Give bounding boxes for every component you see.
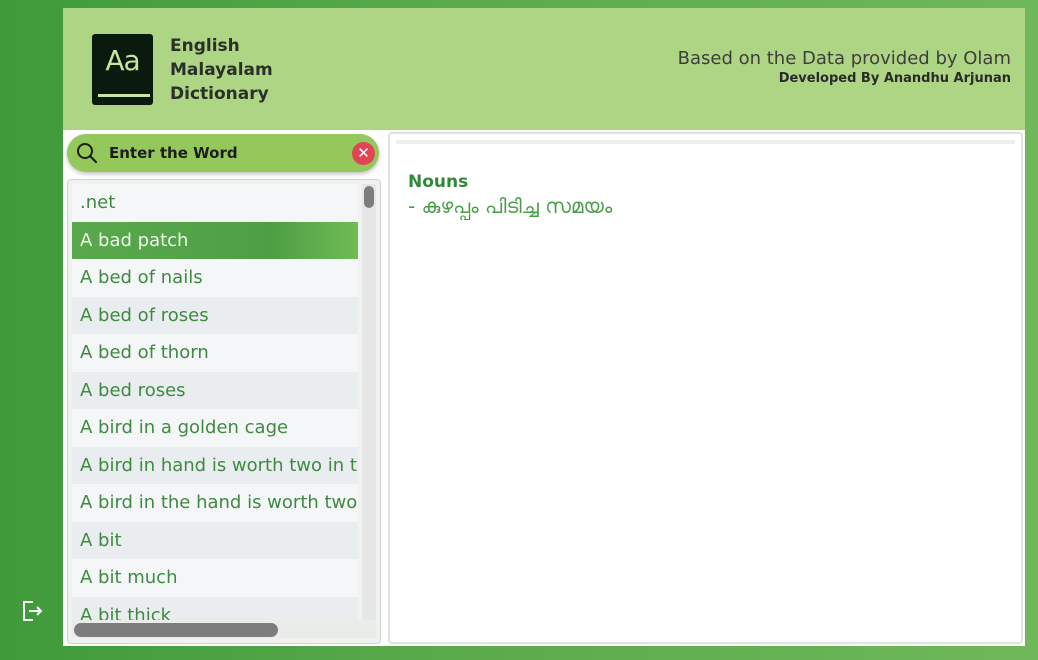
list-item[interactable]: A bed of roses xyxy=(72,296,358,334)
part-of-speech: Nouns xyxy=(408,172,469,192)
app-title-line-3: Dictionary xyxy=(170,84,269,104)
list-item[interactable]: A bird in a golden cage xyxy=(72,409,358,447)
search-bar: ✕ xyxy=(67,134,379,172)
list-item[interactable]: A bit xyxy=(72,521,358,559)
list-item[interactable]: A bed of thorn xyxy=(72,334,358,372)
list-item[interactable]: A bit much xyxy=(72,559,358,597)
list-item[interactable]: A bed of nails xyxy=(72,259,358,297)
app-title-line-2: Malayalam xyxy=(170,60,273,80)
app-title: English Malayalam Dictionary xyxy=(170,34,273,106)
logout-icon[interactable] xyxy=(21,599,43,623)
app-window: Aa English Malayalam Dictionary Based on… xyxy=(63,8,1025,646)
app-header: Aa English Malayalam Dictionary Based on… xyxy=(63,8,1025,130)
clear-search-button[interactable]: ✕ xyxy=(352,142,375,165)
vertical-scrollbar[interactable] xyxy=(362,184,376,620)
list-item[interactable]: A bird in hand is worth two in the bush xyxy=(72,446,358,484)
app-title-line-1: English xyxy=(170,36,240,56)
logo-text: Aa xyxy=(105,44,140,77)
app-logo: Aa xyxy=(92,34,153,105)
search-input[interactable] xyxy=(109,138,339,168)
definition-panel: Nouns - കുഴപ്പം പിടിച്ച സമയം xyxy=(388,132,1023,644)
word-list-panel: ✕ .net A bad patch A bed of nails A bed … xyxy=(63,130,383,646)
credits: Based on the Data provided by Olam Devel… xyxy=(678,48,1011,86)
list-item[interactable]: A bed roses xyxy=(72,371,358,409)
definition-divider xyxy=(396,140,1015,144)
list-item[interactable]: .net xyxy=(72,184,358,222)
word-list: .net A bad patch A bed of nails A bed of… xyxy=(67,179,381,644)
list-item[interactable]: A bit thick xyxy=(72,596,358,620)
word-list-items: .net A bad patch A bed of nails A bed of… xyxy=(72,184,358,620)
vertical-scroll-thumb[interactable] xyxy=(364,186,374,208)
search-icon xyxy=(77,143,98,164)
horizontal-scrollbar[interactable] xyxy=(72,620,376,638)
logo-underline xyxy=(98,94,150,97)
developer-text: Developed By Anandhu Arjunan xyxy=(778,71,1011,86)
horizontal-scroll-thumb[interactable] xyxy=(74,623,278,637)
data-source-text: Based on the Data provided by Olam xyxy=(677,48,1011,69)
list-item[interactable]: A bird in the hand is worth two in the b… xyxy=(72,484,358,522)
meaning-text: - കുഴപ്പം പിടിച്ച സമയം xyxy=(408,194,613,218)
list-item-selected[interactable]: A bad patch xyxy=(72,221,358,259)
